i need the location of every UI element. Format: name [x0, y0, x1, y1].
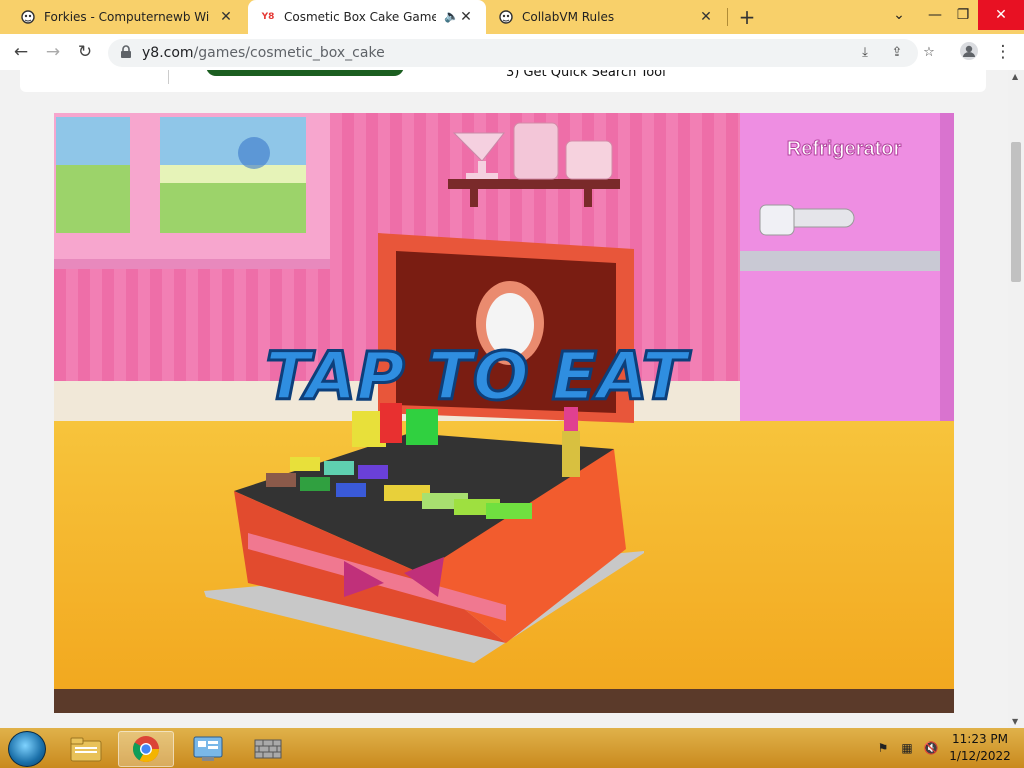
- tab-divider: [727, 8, 728, 26]
- tip-text: 3) Get Quick Search Tool: [506, 70, 666, 80]
- tab-title: Forkies - Computernewb Wiki: [44, 10, 210, 24]
- refrigerator-label: Refrigerator: [787, 138, 902, 160]
- url-text[interactable]: y8.com/games/cosmetic_box_cake: [142, 45, 385, 61]
- url-path: /games/cosmetic_box_cake: [193, 45, 385, 61]
- bookmark-star-icon[interactable]: ☆: [920, 44, 938, 62]
- tab-collabvm-rules[interactable]: CollabVM Rules ✕: [488, 0, 726, 34]
- back-icon[interactable]: ←: [10, 41, 32, 63]
- tap-to-eat-text[interactable]: TAP TO EAT: [264, 337, 693, 417]
- table-edge: [54, 689, 954, 713]
- clock-date: 1/12/2022: [949, 749, 1011, 763]
- divider: [168, 70, 169, 84]
- address-bar[interactable]: y8.com/games/cosmetic_box_cake ⤓ ⇪ ☆: [108, 39, 935, 67]
- share-icon[interactable]: ⇪: [888, 44, 906, 62]
- tab-title: Cosmetic Box Cake Game - P: [284, 10, 436, 24]
- lock-icon[interactable]: [120, 45, 134, 59]
- wall-app-icon[interactable]: [240, 731, 296, 767]
- y8-icon: Y8: [261, 12, 275, 22]
- reload-icon[interactable]: ↻: [74, 41, 96, 63]
- forward-icon[interactable]: →: [42, 41, 64, 63]
- close-icon[interactable]: ✕: [218, 9, 234, 25]
- window-close-icon[interactable]: ✕: [978, 0, 1024, 30]
- window: [54, 113, 330, 269]
- tab-forkies[interactable]: Forkies - Computernewb Wiki ✕: [0, 0, 246, 34]
- wiki-icon: [498, 9, 514, 25]
- file-explorer-icon[interactable]: [58, 731, 114, 767]
- close-icon[interactable]: ✕: [698, 9, 714, 25]
- tab-title: CollabVM Rules: [522, 10, 615, 24]
- volume-muted-icon[interactable]: 🔇: [922, 740, 940, 756]
- wiki-icon: [20, 9, 36, 25]
- scroll-down-icon[interactable]: ▼: [1012, 717, 1018, 726]
- close-icon[interactable]: ✕: [458, 9, 474, 25]
- header-card: 3) Get Quick Search Tool: [20, 70, 986, 92]
- network-icon[interactable]: ▦: [898, 740, 916, 756]
- system-clock[interactable]: 11:23 PM 1/12/2022: [944, 731, 1016, 765]
- scroll-up-icon[interactable]: ▲: [1012, 72, 1018, 81]
- speaker-icon[interactable]: 🔈: [444, 9, 459, 23]
- tab-search-icon[interactable]: ⌄: [882, 0, 916, 30]
- scrollbar-thumb[interactable]: [1011, 142, 1021, 282]
- control-panel-icon[interactable]: [180, 731, 236, 767]
- new-tab-button[interactable]: +: [736, 6, 758, 28]
- profile-icon[interactable]: [958, 41, 980, 63]
- green-button[interactable]: [206, 70, 404, 76]
- menu-icon[interactable]: ⋮: [992, 41, 1014, 63]
- maximize-icon[interactable]: ❐: [946, 0, 980, 30]
- start-button[interactable]: [8, 731, 46, 767]
- url-host: y8.com: [142, 45, 194, 61]
- page-content: 3) Get Quick Search Tool Refrigerator TA…: [0, 70, 1008, 728]
- chrome-icon[interactable]: [118, 731, 174, 767]
- page-scrollbar[interactable]: ▲ ▼: [1008, 70, 1024, 728]
- tab-cosmetic-box-cake[interactable]: Y8 Cosmetic Box Cake Game - P 🔈 ✕: [248, 0, 486, 34]
- action-center-flag-icon[interactable]: ⚑: [874, 740, 892, 756]
- install-icon[interactable]: ⤓: [856, 44, 874, 62]
- clock-time: 11:23 PM: [952, 732, 1008, 746]
- game-canvas[interactable]: Refrigerator TAP TO EAT: [54, 113, 954, 713]
